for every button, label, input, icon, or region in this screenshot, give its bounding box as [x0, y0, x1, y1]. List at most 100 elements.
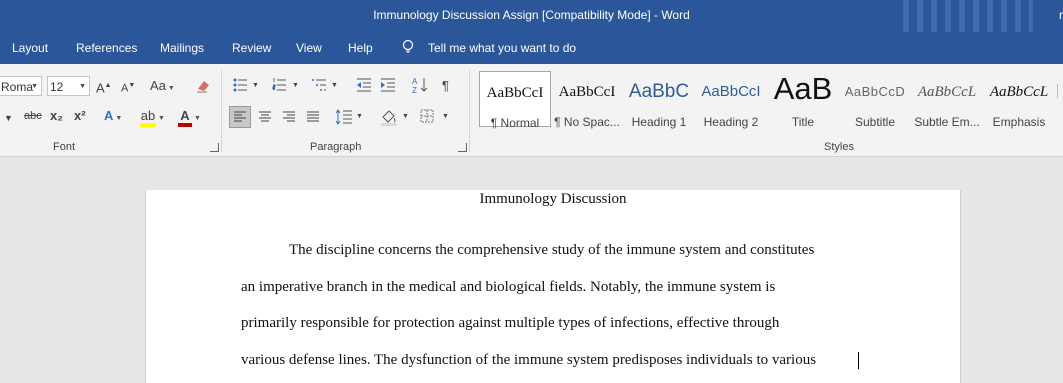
style-title-name: Title	[791, 115, 815, 129]
style-normal-preview: AaBbCcI	[486, 85, 544, 101]
style-heading-1-preview: AaBbC	[628, 81, 690, 102]
chevron-down-icon: ▼	[194, 115, 201, 122]
ribbon: Roma ▼ 12 ▼ A▲ A▼ Aa ▼ ▼ abc x₂ x² A ▼ ab ▼ A…	[0, 64, 1063, 157]
shrink-arrow-icon: ▼	[128, 82, 136, 89]
chevron-down-icon: ▼	[158, 115, 165, 122]
decrease-indent-icon[interactable]	[356, 77, 372, 93]
sort-icon[interactable]: A Z	[412, 76, 428, 94]
align-center-icon[interactable]	[258, 110, 272, 124]
window-title: Immunology Discussion Assign [Compatibil…	[373, 8, 690, 22]
change-case-button[interactable]: Aa ▼	[150, 76, 175, 98]
user-initial[interactable]: r	[1059, 8, 1063, 22]
highlight-button[interactable]: ab ▼	[140, 106, 165, 128]
font-size-combo[interactable]: 12 ▼	[47, 76, 90, 96]
lightbulb-icon[interactable]	[401, 39, 415, 55]
body-line: various defense lines. The dysfunction o…	[241, 352, 817, 368]
style-subtitle[interactable]: AaBbCcD Subtitle	[839, 71, 911, 129]
body-line: The discipline concerns the comprehensiv…	[289, 242, 815, 258]
style-no-spacing-name: ¶ No Spac...	[554, 115, 620, 129]
increase-indent-icon[interactable]	[380, 77, 396, 93]
style-heading-1[interactable]: AaBbC Heading 1	[623, 71, 695, 129]
style-subtitle-preview: AaBbCcD	[844, 84, 906, 99]
style-heading-1-name: Heading 1	[631, 115, 687, 129]
chevron-down-icon: ▼	[167, 85, 175, 92]
style-normal[interactable]: AaBbCcI ¶ Normal	[479, 71, 551, 130]
chevron-down-icon: ▼	[79, 83, 86, 90]
highlighter-icon: ab	[140, 109, 156, 127]
text-cursor	[858, 352, 859, 369]
tab-references[interactable]: References	[76, 41, 137, 55]
show-formatting-marks-icon[interactable]: ¶	[442, 76, 449, 98]
style-subtle-emphasis-name: Subtle Em...	[914, 115, 980, 129]
line-spacing-icon[interactable]	[335, 108, 353, 126]
ribbon-tabs: Layout References Mailings Review View H…	[0, 32, 1063, 64]
group-divider	[221, 70, 222, 152]
style-heading-2-preview: AaBbCcI	[701, 83, 761, 100]
align-left-icon	[234, 111, 246, 122]
document-canvas[interactable]: Immunology Discussion The discipline con…	[0, 157, 1063, 383]
style-no-spacing[interactable]: AaBbCcI ¶ No Spac...	[551, 71, 623, 129]
font-name-combo[interactable]: Roma ▼	[0, 76, 42, 96]
chevron-down-icon[interactable]: ▼	[356, 107, 363, 129]
paragraph-group-label: Paragraph	[310, 141, 362, 153]
styles-scroll-edge[interactable]	[1057, 84, 1062, 98]
bullets-icon[interactable]	[233, 77, 247, 93]
font-color-icon: A	[178, 109, 192, 127]
group-divider	[469, 70, 470, 152]
chevron-down-icon[interactable]: ▼	[252, 76, 259, 98]
text-effects-icon: A	[104, 108, 114, 123]
numbering-icon[interactable]	[272, 77, 286, 93]
paragraph-dialog-launcher-icon[interactable]	[458, 143, 467, 152]
style-emphasis-name: Emphasis	[992, 115, 1046, 129]
style-emphasis-preview: AaBbCcL	[989, 84, 1049, 100]
chevron-down-icon[interactable]: ▼	[4, 108, 13, 130]
style-emphasis[interactable]: AaBbCcL Emphasis	[983, 71, 1055, 129]
tab-view[interactable]: View	[296, 41, 322, 55]
tab-mailings[interactable]: Mailings	[160, 41, 204, 55]
svg-text:Z: Z	[412, 86, 417, 94]
shading-icon[interactable]	[380, 108, 398, 126]
chevron-down-icon[interactable]: ▼	[442, 107, 449, 129]
body-line: an imperative branch in the medical and …	[241, 279, 776, 295]
shrink-font-button[interactable]: A▼	[121, 76, 135, 98]
document-page[interactable]: Immunology Discussion The discipline con…	[145, 190, 961, 383]
tell-me-search[interactable]: Tell me what you want to do	[428, 41, 576, 55]
document-title: Immunology Discussion	[479, 191, 627, 207]
style-subtle-emphasis[interactable]: AaBbCcL Subtle Em...	[911, 71, 983, 129]
font-size-value: 12	[50, 80, 64, 94]
font-color-button[interactable]: A ▼	[178, 106, 201, 128]
style-subtitle-name: Subtitle	[854, 115, 896, 129]
styles-group-label: Styles	[824, 141, 854, 153]
chevron-down-icon[interactable]: ▼	[331, 76, 338, 98]
change-case-label: Aa	[150, 78, 166, 93]
superscript-button[interactable]: x²	[74, 106, 86, 128]
align-left-button[interactable]	[229, 106, 251, 128]
svg-text:A: A	[412, 77, 418, 86]
style-no-spacing-preview: AaBbCcI	[558, 84, 616, 100]
tab-help[interactable]: Help	[348, 41, 373, 55]
style-heading-2-name: Heading 2	[703, 115, 759, 129]
style-title[interactable]: AaB Title	[767, 71, 839, 129]
subscript-button[interactable]: x₂	[50, 106, 63, 128]
multilevel-list-icon[interactable]	[311, 77, 327, 93]
justify-icon[interactable]	[306, 110, 320, 124]
tab-layout[interactable]: Layout	[12, 41, 48, 55]
text-effects-button[interactable]: A ▼	[104, 106, 122, 128]
tab-review[interactable]: Review	[232, 41, 271, 55]
borders-icon[interactable]	[420, 109, 434, 123]
chevron-down-icon[interactable]: ▼	[292, 76, 299, 98]
font-name-value: Roma	[1, 80, 34, 94]
chevron-down-icon: ▼	[115, 115, 123, 122]
style-heading-2[interactable]: AaBbCcI Heading 2	[695, 71, 767, 129]
grow-arrow-icon: ▲	[104, 82, 112, 89]
title-bar: Immunology Discussion Assign [Compatibil…	[0, 0, 1063, 32]
strikethrough-button[interactable]: abc	[24, 106, 42, 128]
font-dialog-launcher-icon[interactable]	[210, 143, 219, 152]
font-group-label: Font	[53, 141, 76, 153]
style-subtle-emphasis-preview: AaBbCcL	[917, 84, 977, 100]
clear-formatting-icon[interactable]	[195, 78, 211, 94]
align-right-icon[interactable]	[282, 110, 296, 124]
chevron-down-icon[interactable]: ▼	[402, 107, 409, 129]
style-normal-name: ¶ Normal	[490, 116, 540, 130]
grow-font-button[interactable]: A▲	[96, 76, 112, 98]
